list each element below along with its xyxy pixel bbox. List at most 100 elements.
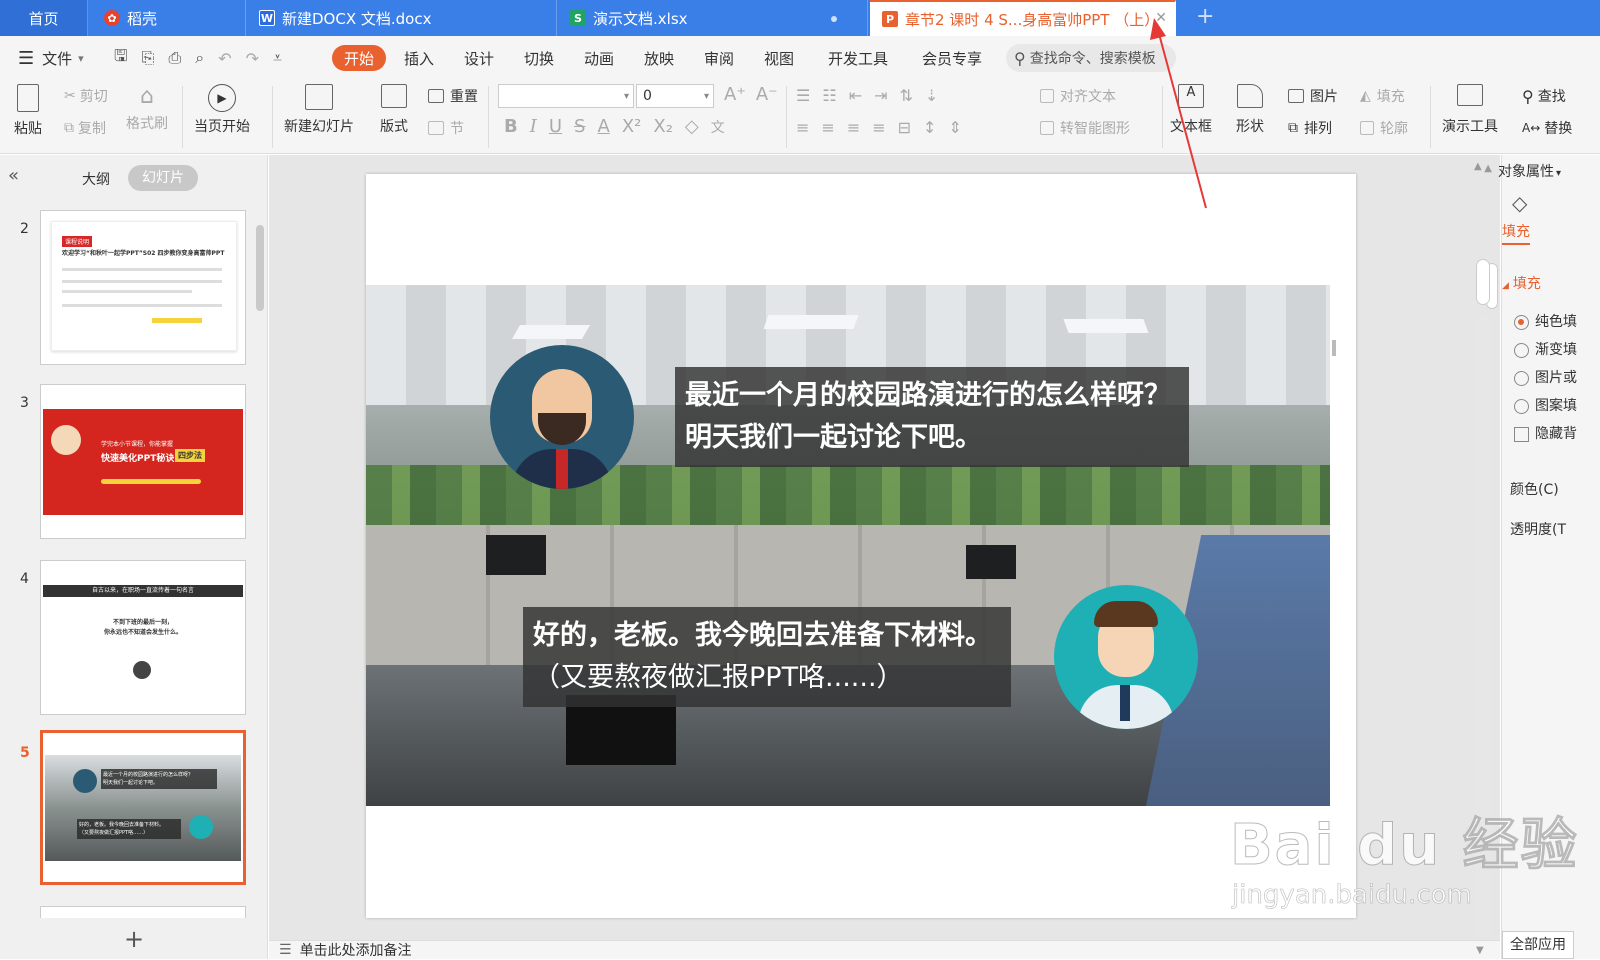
tab-outline[interactable]: 大纲 (82, 169, 110, 189)
scroll-up-icon[interactable]: ▲ (1484, 163, 1492, 174)
employee-line-2: （又要熬夜做汇报PPT咯......） (533, 662, 904, 693)
font-color-icon[interactable]: A (597, 116, 609, 137)
justify-icon[interactable]: ≡ (872, 118, 885, 137)
tab-review[interactable]: 审阅 (704, 36, 734, 80)
redo-icon[interactable]: ↷ (246, 49, 259, 68)
align-text-icon (1040, 89, 1054, 103)
align-text-button[interactable]: 对齐文本 (1040, 86, 1116, 106)
underline-icon[interactable]: U (549, 116, 562, 137)
presentation-tools-button[interactable]: 演示工具 (1442, 84, 1498, 136)
sort-icon[interactable]: ⇣ (925, 86, 938, 105)
eraser-icon[interactable]: ◇ (685, 116, 699, 137)
scroll-down-icon[interactable]: ▼ (1476, 945, 1484, 956)
tab-docx[interactable]: W 新建DOCX 文档.docx (247, 0, 557, 36)
fill-option-pattern[interactable]: 图案填 (1514, 395, 1577, 415)
format-painter-button[interactable]: ⌂ 格式刷 (126, 84, 168, 133)
notes-bar[interactable]: ☰ 单击此处添加备注 (269, 940, 1500, 959)
decrease-font-icon[interactable]: A⁻ (756, 84, 778, 105)
paragraph-spacing-icon[interactable]: ⇕ (948, 118, 961, 137)
fill-section-header[interactable]: ◢ 填充 (1502, 273, 1541, 293)
font-size-select[interactable]: 0 ▾ (636, 84, 714, 108)
tab-view[interactable]: 视图 (764, 36, 794, 80)
checkbox-icon (1514, 426, 1529, 442)
picture-button[interactable]: 图片 (1288, 86, 1338, 106)
baidu-watermark: Bai du 经验 (1230, 813, 1579, 879)
undo-icon[interactable]: ↶ (218, 49, 231, 68)
save-icon[interactable]: 🖫 (114, 45, 128, 72)
tab-home[interactable]: 首页 (0, 0, 88, 36)
distribute-icon[interactable]: ⊟ (898, 118, 911, 137)
slide-thumbnail-3[interactable]: 学完本小节课程，你能掌握 快速美化PPT秘诀 四步法 (40, 384, 246, 539)
apply-all-button[interactable]: 全部应用 (1502, 931, 1574, 959)
shape-button[interactable]: 形状 (1236, 84, 1264, 136)
bullet-list-icon[interactable]: ☰ (796, 86, 810, 105)
text-direction-icon[interactable]: ⇅ (900, 86, 913, 105)
paste-button[interactable]: 粘贴 (14, 84, 42, 138)
hide-background-checkbox[interactable]: 隐藏背 (1514, 423, 1577, 443)
align-center-icon[interactable]: ≡ (821, 118, 834, 137)
subscript-icon[interactable]: X₂ (653, 116, 673, 137)
tab-member[interactable]: 会员专享 (922, 36, 982, 80)
slide-thumbnail-2[interactable]: 课程说明 欢迎学习“和秋叶一起学PPT”S02 四步教你变身高富帅PPT (40, 210, 246, 365)
phonetic-guide-icon[interactable]: 文 (711, 117, 725, 137)
tab-transition[interactable]: 切换 (524, 36, 554, 80)
new-slide-button[interactable]: 新建幻灯片 (284, 84, 354, 136)
tab-animation[interactable]: 动画 (584, 36, 614, 80)
tab-docer[interactable]: ✿ 稻壳 (92, 0, 246, 36)
ribbon-divider (488, 86, 489, 148)
numbered-list-icon[interactable]: ☷ (822, 86, 836, 105)
italic-icon[interactable]: I (530, 116, 537, 137)
tab-design[interactable]: 设计 (464, 36, 494, 80)
fill-bucket-icon[interactable]: ◇ (1512, 191, 1527, 215)
cut-button[interactable]: ✂ 剪切 (64, 86, 108, 106)
fill-button[interactable]: ◭ 填充 (1360, 86, 1405, 106)
slides-scrollbar[interactable] (256, 225, 264, 311)
line-spacing-icon[interactable]: ↕ (923, 118, 936, 137)
arrange-button[interactable]: ⧉ 排列 (1288, 118, 1332, 138)
panel-scrollbar-thumb[interactable] (1476, 259, 1490, 305)
reset-button[interactable]: 重置 (428, 86, 478, 106)
strikethrough-icon[interactable]: S (574, 116, 585, 137)
align-left-icon[interactable]: ≡ (796, 118, 809, 137)
slide-thumbnail-6-partial[interactable] (40, 906, 246, 918)
boss-speech-bubble[interactable]: 最近一个月的校园路演进行的怎么样呀？ 明天我们一起讨论下吧。 (675, 367, 1189, 467)
tab-developer[interactable]: 开发工具 (828, 36, 888, 80)
tab-home-ribbon[interactable]: 开始 (332, 45, 386, 71)
customize-toolbar-icon[interactable]: ⩡ (273, 48, 282, 68)
fill-option-picture[interactable]: 图片或 (1514, 367, 1577, 387)
font-name-select[interactable]: ▾ (498, 84, 634, 108)
play-from-current-button[interactable]: ▶ 当页开始 (194, 84, 250, 136)
slide-resize-handle[interactable] (1332, 340, 1336, 356)
slide-thumbnail-5[interactable]: 最近一个月的校园路演进行的怎么样呀？ 明天我们一起讨论下吧。 好的，老板。我今晚回… (40, 730, 246, 885)
layout-button[interactable]: 版式 (380, 84, 408, 136)
copy-button[interactable]: ⧉ 复制 (64, 118, 106, 138)
increase-indent-icon[interactable]: ⇥ (874, 86, 887, 105)
collapse-panel-icon[interactable]: « (8, 165, 19, 186)
replace-button[interactable]: A↔ 替换 (1522, 118, 1572, 138)
fill-option-solid[interactable]: 纯色填 (1514, 311, 1577, 331)
increase-font-icon[interactable]: A⁺ (724, 84, 746, 105)
outline-button[interactable]: 轮廓 (1360, 118, 1408, 138)
employee-speech-bubble[interactable]: 好的，老板。我今晚回去准备下材料。 （又要熬夜做汇报PPT咯......） (523, 607, 1011, 707)
convert-smartart-button[interactable]: 转智能图形 (1040, 118, 1130, 138)
fill-option-gradient[interactable]: 渐变填 (1514, 339, 1577, 359)
print-icon[interactable]: ⎙ (168, 48, 181, 68)
add-slide-icon[interactable]: + (124, 925, 144, 953)
section-button[interactable]: 节 (428, 118, 464, 138)
print-preview-icon[interactable]: ⌕ (195, 48, 204, 68)
superscript-icon[interactable]: X² (622, 116, 642, 137)
file-menu[interactable]: ☰ 文件 ▾ (18, 36, 84, 80)
slide-thumbnail-4[interactable]: 自古以来，在职场一直流传着一句名言 不到下班的最后一刻， 你永远也不知道会发生什… (40, 560, 246, 715)
align-right-icon[interactable]: ≡ (847, 118, 860, 137)
decrease-indent-icon[interactable]: ⇤ (849, 86, 862, 105)
tab-insert[interactable]: 插入 (404, 36, 434, 80)
tab-pptx[interactable]: P 章节2 课时 4 S...身高富帅PPT （上） ✕ (870, 0, 1176, 36)
export-icon[interactable]: ⎘ (142, 48, 155, 68)
tab-xlsx[interactable]: S 演示文档.xlsx (558, 0, 868, 36)
tab-fill[interactable]: 填充 (1502, 221, 1530, 245)
bold-icon[interactable]: B (504, 116, 518, 137)
tab-slides[interactable]: 幻灯片 (128, 165, 198, 191)
tab-slideshow[interactable]: 放映 (644, 36, 674, 80)
find-button[interactable]: ⚲ 查找 (1522, 86, 1566, 106)
scroll-up-icon[interactable]: ▲ (1474, 161, 1482, 172)
